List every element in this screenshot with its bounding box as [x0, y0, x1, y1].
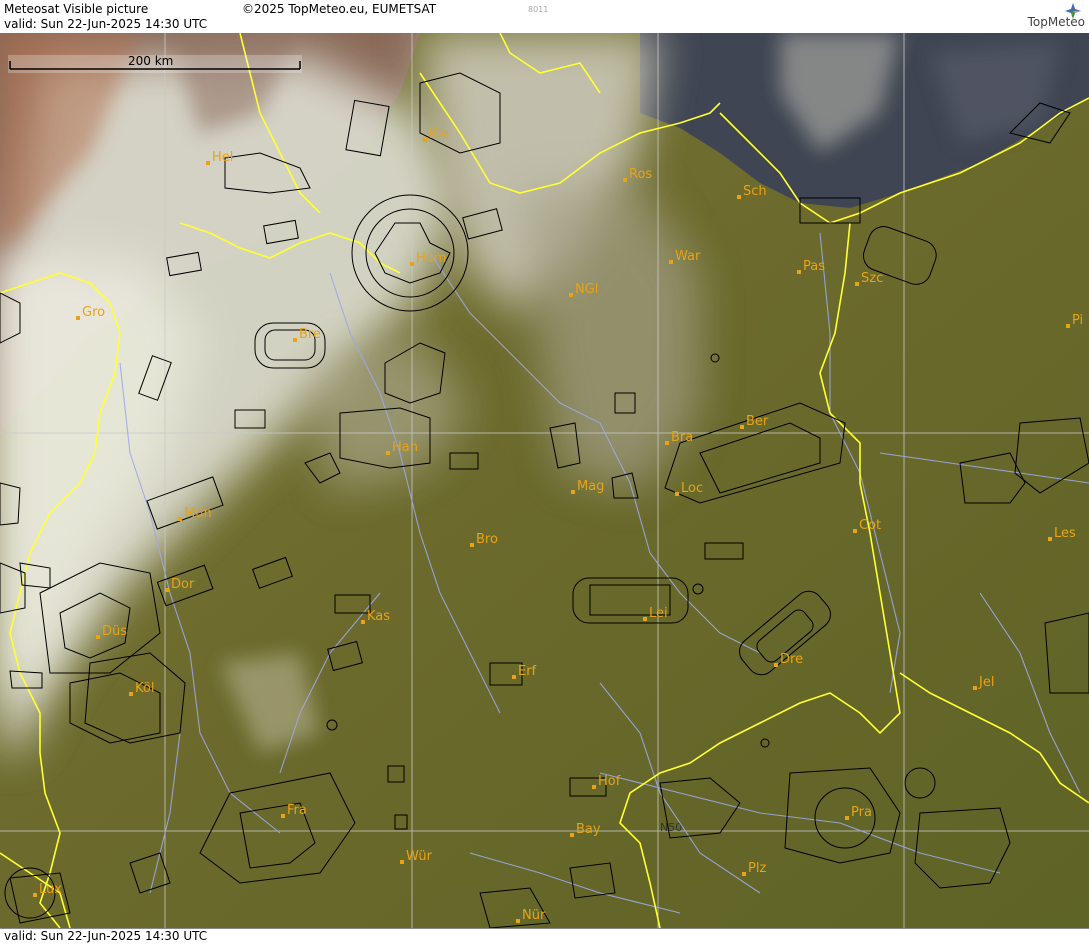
city-dot-bro: [470, 543, 474, 547]
city-dot-jel: [973, 686, 977, 690]
city-label-nür: Nür: [522, 908, 546, 923]
city-label-ber: Ber: [746, 414, 769, 429]
city-label-hel: Hel: [212, 150, 233, 165]
city-label-jel: Jel: [978, 675, 994, 690]
city-dot-pi: [1066, 324, 1070, 328]
city-label-erf: Erf: [518, 664, 537, 679]
city-label-plz: Plz: [748, 861, 766, 876]
city-dot-wür: [400, 860, 404, 864]
city-label-bre: Bre: [299, 327, 321, 342]
copyright-text: ©2025 TopMeteo.eu, EUMETSAT: [242, 2, 437, 16]
city-dot-bay: [570, 833, 574, 837]
city-label-dor: Dor: [171, 577, 195, 592]
city-label-cot: Cot: [859, 518, 881, 533]
city-dot-lux: [33, 893, 37, 897]
city-label-szc: Szc: [861, 271, 883, 286]
city-label-ham: Ham: [416, 251, 446, 266]
city-label-war: War: [675, 249, 701, 264]
logo-text: TopMeteo: [1027, 15, 1085, 29]
city-dot-fra: [281, 814, 285, 818]
city-label-mün: Mün: [184, 506, 212, 521]
city-dot-ber: [740, 425, 744, 429]
city-dot-szc: [855, 282, 859, 286]
city-dot-pas: [797, 270, 801, 274]
city-dot-loc: [675, 492, 679, 496]
city-dot-dre: [774, 663, 778, 667]
city-dot-dor: [165, 588, 169, 592]
product-title: Meteosat Visible picture: [4, 2, 149, 16]
city-dot-war: [669, 260, 673, 264]
city-dot-köl: [129, 692, 133, 696]
city-dot-les: [1048, 537, 1052, 541]
city-label-hof: Hof: [598, 774, 621, 789]
city-dot-han: [386, 451, 390, 455]
city-dot-gro: [76, 316, 80, 320]
city-label-lei: Lei: [649, 606, 668, 621]
city-dot-ham: [410, 262, 414, 266]
city-label-kie: Kie: [429, 127, 449, 142]
city-dot-kas: [361, 620, 365, 624]
scale-bar: 200 km: [8, 54, 302, 73]
city-dot-bra: [665, 441, 669, 445]
city-dot-cot: [853, 529, 857, 533]
city-label-han: Han: [392, 440, 418, 455]
city-label-loc: Loc: [681, 481, 703, 496]
city-label-lux: Lux: [39, 882, 62, 897]
city-dot-mün: [178, 517, 182, 521]
city-dot-pra: [845, 816, 849, 820]
city-label-sch: Sch: [743, 184, 767, 199]
city-dot-kie: [423, 138, 427, 142]
city-dot-mag: [571, 490, 575, 494]
city-label-pi: Pi: [1072, 313, 1083, 328]
grid-label-n50: N50: [660, 821, 682, 834]
city-dot-plz: [742, 872, 746, 876]
image-code: 8011: [528, 5, 549, 14]
city-dot-düs: [96, 635, 100, 639]
valid-time: valid: Sun 22-Jun-2025 14:30 UTC: [4, 17, 208, 31]
city-dot-ngl: [569, 293, 573, 297]
city-label-düs: Düs: [102, 624, 127, 639]
city-label-bra: Bra: [671, 430, 693, 445]
city-label-kas: Kas: [367, 609, 390, 624]
city-label-wür: Wür: [406, 849, 433, 864]
city-dot-lei: [643, 617, 647, 621]
city-label-les: Les: [1054, 526, 1076, 541]
header-bar: Meteosat Visible picture ©2025 TopMeteo.…: [0, 0, 1089, 34]
footer-valid-time: valid: Sun 22-Jun-2025 14:30 UTC: [4, 929, 208, 943]
city-dot-sch: [737, 195, 741, 199]
city-label-mag: Mag: [577, 479, 604, 494]
city-label-köl: Köl: [135, 681, 154, 696]
city-label-fra: Fra: [287, 803, 307, 818]
city-label-ros: Ros: [629, 167, 652, 182]
city-dot-nür: [516, 919, 520, 923]
city-dot-erf: [512, 675, 516, 679]
city-label-bro: Bro: [476, 532, 498, 547]
city-label-pra: Pra: [851, 805, 872, 820]
city-label-pas: Pas: [803, 259, 825, 274]
map-viewer: Meteosat Visible picture ©2025 TopMeteo.…: [0, 0, 1089, 944]
scale-bar-label: 200 km: [128, 54, 173, 68]
city-dot-bre: [293, 338, 297, 342]
city-dot-hof: [592, 785, 596, 789]
city-dot-ros: [623, 178, 627, 182]
city-label-dre: Dre: [780, 652, 803, 667]
city-dot-hel: [206, 161, 210, 165]
city-label-gro: Gro: [82, 305, 105, 320]
city-label-ngl: NGl: [575, 282, 598, 297]
footer-bar: valid: Sun 22-Jun-2025 14:30 UTC: [0, 928, 1089, 944]
city-label-bay: Bay: [576, 822, 601, 837]
satellite-map[interactable]: N50 200 km Kie Hel Ros Sch Ham War Pas S…: [0, 33, 1089, 928]
